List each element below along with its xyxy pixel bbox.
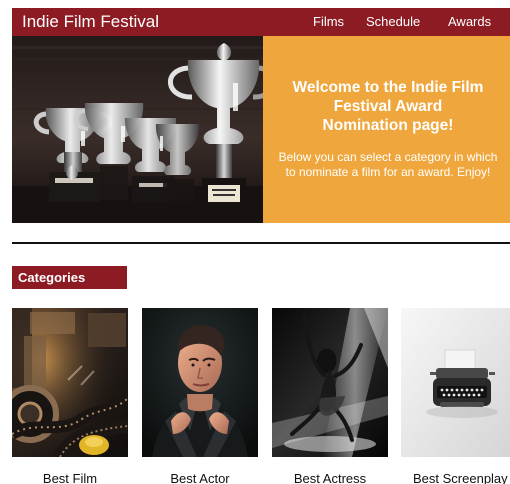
actor-portrait-image [142,308,258,457]
typewriter-image [401,308,510,457]
category-label-best-film: Best Film [42,471,98,484]
category-label-best-actor: Best Actor [170,471,230,484]
dancer-image [272,308,388,457]
category-card-best-film[interactable]: Best Film [12,308,128,484]
page: Indie Film Festival Films Schedule Award… [0,0,510,484]
trophies-image [12,36,263,223]
category-card-best-actor[interactable]: Best Actor [142,308,258,484]
category-card-best-actress[interactable]: Best Actress [272,308,388,484]
nav-schedule-link[interactable]: Schedule [366,14,420,30]
category-card-best-screenplay[interactable]: Best Screenplay [401,308,510,484]
hero-title: Welcome to the Indie Film Festival Award… [292,79,484,134]
categories-heading: Categories [12,266,127,289]
hero-description: Below you can select a category in which… [278,150,498,179]
hero-section: Welcome to the Indie Film Festival Award… [12,36,510,223]
film-reel-image [12,308,128,457]
section-divider [12,242,510,244]
site-brand-link[interactable]: Indie Film Festival [22,12,159,32]
category-label-best-actress: Best Actress [293,471,367,484]
top-navbar: Indie Film Festival Films Schedule Award… [12,8,510,36]
category-label-best-screenplay: Best Screenplay [413,471,508,484]
hero-welcome-panel: Welcome to the Indie Film Festival Award… [263,36,510,223]
nav-awards-link[interactable]: Awards [448,14,491,30]
nav-films-link[interactable]: Films [313,14,344,30]
